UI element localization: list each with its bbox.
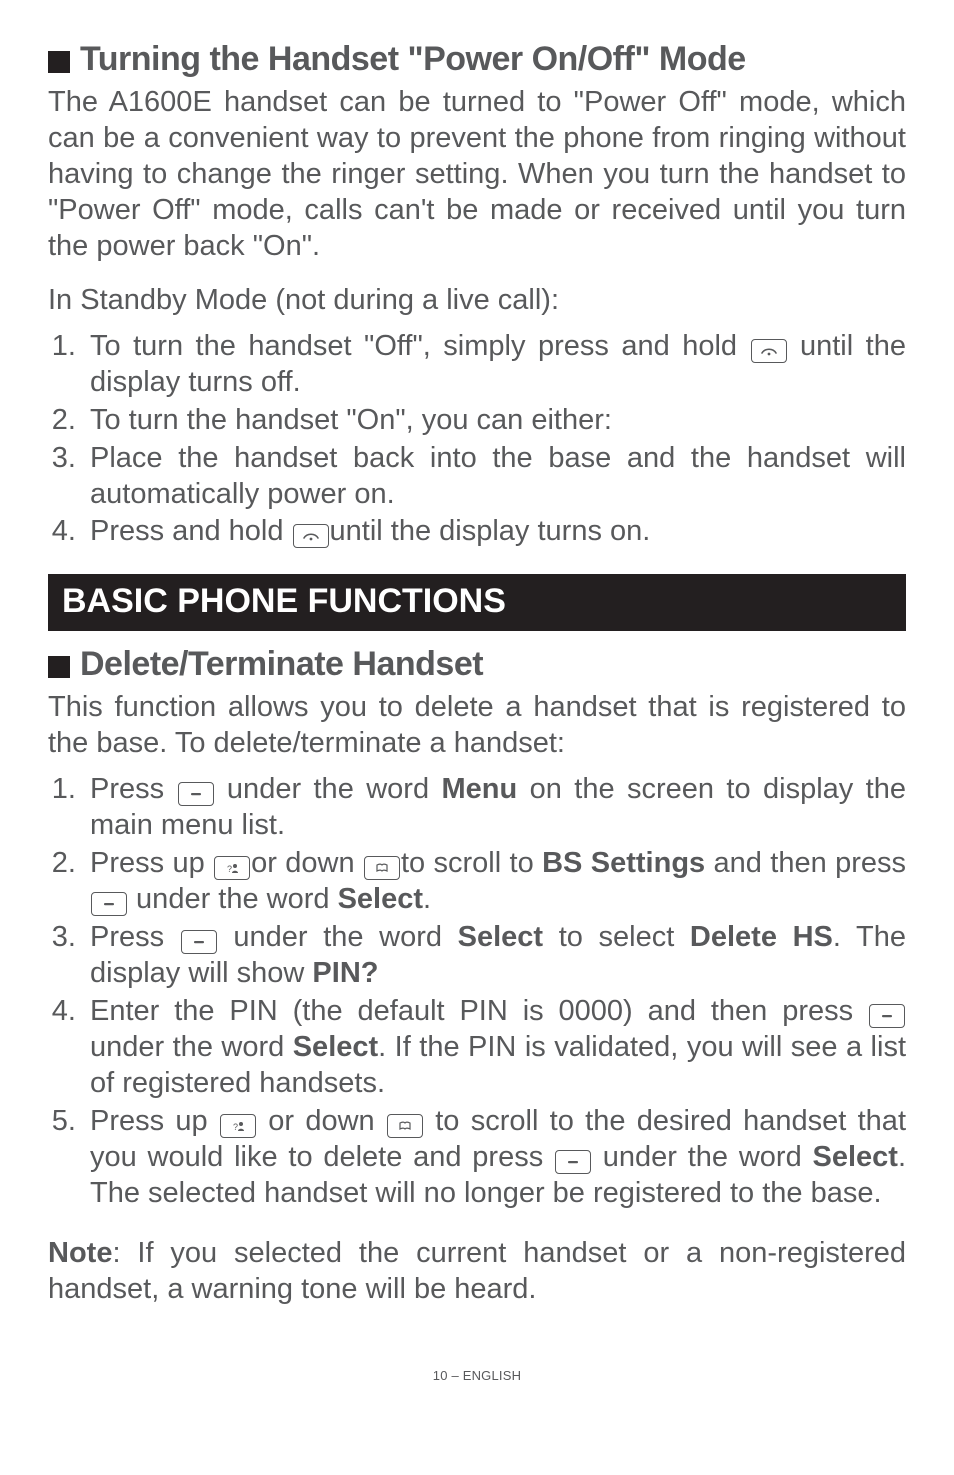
text-bold: PIN? [312, 957, 378, 989]
down-book-icon [387, 1114, 423, 1138]
text: until the display turns on. [330, 515, 651, 547]
heading-bullet-icon [48, 51, 70, 73]
softkey-minus-icon [869, 1004, 905, 1028]
text-bold: Select [338, 883, 423, 915]
text-bold: Select [293, 1031, 378, 1063]
text: under the word [215, 773, 442, 805]
power-paragraph: The A1600E handset can be turned to "Pow… [48, 85, 906, 265]
text: Enter the PIN (the default PIN is 0000) … [90, 995, 868, 1027]
text: Press up [90, 1105, 219, 1137]
delete-paragraph: This function allows you to delete a han… [48, 690, 906, 762]
list-item: Press up ? or down to scroll to BS Settin… [84, 846, 906, 918]
text: . [423, 883, 431, 915]
text: Press [90, 921, 180, 953]
note-paragraph: Note: If you selected the current handse… [48, 1236, 906, 1308]
text: under the word [218, 921, 458, 953]
text: or down [251, 847, 363, 879]
softkey-minus-icon [91, 892, 127, 916]
note-body: : If you selected the current handset or… [48, 1237, 906, 1305]
text: under the word [128, 883, 338, 915]
text: Press [90, 773, 177, 805]
text: Press and hold [90, 515, 292, 547]
hangup-icon [293, 524, 329, 548]
text: To turn the handset "Off", simply press … [90, 330, 750, 362]
text: under the word [90, 1031, 293, 1063]
page-footer: 10 – ENGLISH [48, 1368, 906, 1383]
svg-text:?: ? [233, 1122, 238, 1132]
heading-bullet-icon [48, 656, 70, 678]
text: under the word [592, 1141, 812, 1173]
list-item: Press under the word Menu on the screen … [84, 772, 906, 844]
list-item: Place the handset back into the base and… [84, 441, 906, 513]
text-bold: BS Settings [542, 847, 705, 879]
list-item: Press and hold until the display turns o… [84, 514, 906, 550]
down-book-icon [364, 856, 400, 880]
text-bold: Select [458, 921, 543, 953]
text: and then press [705, 847, 906, 879]
heading-delete: Delete/Terminate Handset [80, 645, 483, 684]
list-item: Press up ? or down to scroll to the desi… [84, 1104, 906, 1212]
list-item: To turn the handset "On", you can either… [84, 403, 906, 439]
text: to scroll to [401, 847, 542, 879]
section-heading-power: Turning the Handset "Power On/Off" Mode [48, 40, 906, 79]
text: Press up [90, 847, 213, 879]
list-item: Press under the word Select to select De… [84, 920, 906, 992]
note-label: Note [48, 1237, 112, 1269]
hangup-icon [751, 339, 787, 363]
text-bold: Menu [441, 773, 517, 805]
up-contacts-icon: ? [220, 1114, 256, 1138]
softkey-minus-icon [181, 930, 217, 954]
softkey-minus-icon [555, 1150, 591, 1174]
delete-steps-list: Press under the word Menu on the screen … [48, 772, 906, 1211]
section-heading-delete: Delete/Terminate Handset [48, 645, 906, 684]
up-contacts-icon: ? [214, 856, 250, 880]
text: to select [543, 921, 690, 953]
svg-text:?: ? [227, 864, 232, 874]
power-steps-list: To turn the handset "Off", simply press … [48, 329, 906, 551]
text: or down [257, 1105, 386, 1137]
softkey-minus-icon [178, 782, 214, 806]
list-item: Enter the PIN (the default PIN is 0000) … [84, 994, 906, 1102]
text-bold: Delete HS [690, 921, 833, 953]
section-bar-basic-functions: BASIC PHONE FUNCTIONS [48, 574, 906, 631]
text-bold: Select [812, 1141, 897, 1173]
heading-power: Turning the Handset "Power On/Off" Mode [80, 40, 746, 79]
standby-line: In Standby Mode (not during a live call)… [48, 283, 906, 319]
list-item: To turn the handset "Off", simply press … [84, 329, 906, 401]
